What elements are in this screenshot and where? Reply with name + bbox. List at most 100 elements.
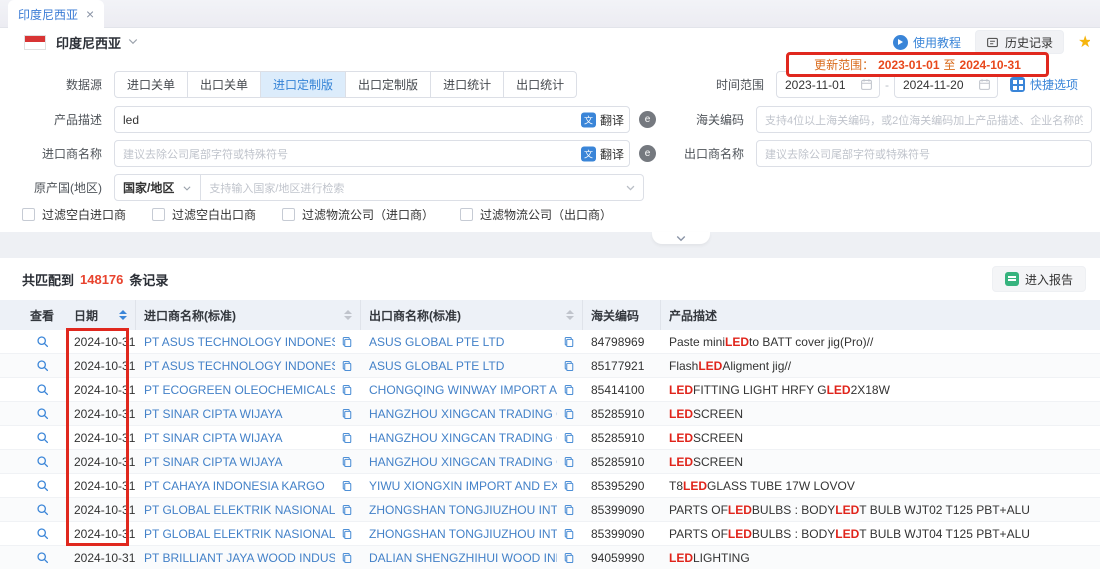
exporter-link[interactable]: HANGZHOU XINGCAN TRADING CO LTD xyxy=(369,407,557,421)
magnifier-icon[interactable] xyxy=(36,383,49,396)
tutorial-link[interactable]: 使用教程 xyxy=(893,34,961,51)
importer-link[interactable]: PT SINAR CIPTA WIJAYA xyxy=(144,455,335,469)
column-header-date[interactable]: 日期 xyxy=(66,300,136,330)
history-button[interactable]: 历史记录 xyxy=(975,30,1064,54)
column-header-importer[interactable]: 进口商名称(标准) xyxy=(136,300,361,330)
view-record-button[interactable] xyxy=(18,402,66,426)
product-desc-input[interactable] xyxy=(114,106,630,133)
importer-link[interactable]: PT SINAR CIPTA WIJAYA xyxy=(144,431,335,445)
origin-country-select[interactable]: 国家/地区 xyxy=(114,174,201,201)
datasource-tab-出口关单[interactable]: 出口关单 xyxy=(188,71,261,98)
copy-icon[interactable] xyxy=(563,384,575,396)
checkbox-icon[interactable] xyxy=(152,208,165,221)
translate-button[interactable]: 文 翻译 xyxy=(577,145,624,162)
magnifier-icon[interactable] xyxy=(36,503,49,516)
importer-link[interactable]: PT GLOBAL ELEKTRIK NASIONAL xyxy=(144,503,335,517)
view-record-button[interactable] xyxy=(18,330,66,354)
column-header-exporter[interactable]: 出口商名称(标准) xyxy=(361,300,583,330)
filter-checkbox[interactable]: 过滤空白进口商 xyxy=(22,206,126,223)
exporter-input[interactable] xyxy=(756,140,1092,167)
datasource-tab-进口统计[interactable]: 进口统计 xyxy=(431,71,504,98)
importer-link[interactable]: PT BRILLIANT JAYA WOOD INDUSTRY xyxy=(144,551,335,565)
copy-icon[interactable] xyxy=(341,384,353,396)
magnifier-icon[interactable] xyxy=(36,551,49,564)
view-record-button[interactable] xyxy=(18,522,66,546)
exporter-link[interactable]: YIWU XIONGXIN IMPORT AND EXPORT... xyxy=(369,479,557,493)
magnifier-icon[interactable] xyxy=(36,455,49,468)
copy-icon[interactable] xyxy=(563,480,575,492)
copy-icon[interactable] xyxy=(341,432,353,444)
copy-icon[interactable] xyxy=(563,528,575,540)
view-record-button[interactable] xyxy=(18,498,66,522)
copy-icon[interactable] xyxy=(563,504,575,516)
copy-icon[interactable] xyxy=(563,552,575,564)
hs-code-input[interactable] xyxy=(756,106,1092,133)
enter-report-button[interactable]: 进入报告 xyxy=(992,266,1086,292)
copy-icon[interactable] xyxy=(341,504,353,516)
filter-checkbox[interactable]: 过滤物流公司（出口商） xyxy=(460,206,612,223)
copy-icon[interactable] xyxy=(563,408,575,420)
datasource-tab-进口定制版[interactable]: 进口定制版 xyxy=(261,71,346,98)
exporter-link[interactable]: ZHONGSHAN TONGJIUZHOU INTERNA... xyxy=(369,527,557,541)
magnifier-icon[interactable] xyxy=(36,527,49,540)
magnifier-icon[interactable] xyxy=(36,479,49,492)
importer-link[interactable]: PT CAHAYA INDONESIA KARGO xyxy=(144,479,335,493)
exact-match-icon[interactable]: e xyxy=(639,111,656,128)
quick-options-link[interactable]: 快捷选项 xyxy=(1010,76,1078,93)
importer-link[interactable]: PT ECOGREEN OLEOCHEMICALS xyxy=(144,383,335,397)
close-icon[interactable]: × xyxy=(86,7,94,21)
exporter-link[interactable]: CHONGQING WINWAY IMPORT AND E... xyxy=(369,383,557,397)
copy-icon[interactable] xyxy=(563,336,575,348)
copy-icon[interactable] xyxy=(341,456,353,468)
view-record-button[interactable] xyxy=(18,546,66,569)
exact-match-icon[interactable]: e xyxy=(639,145,656,162)
importer-link[interactable]: PT ASUS TECHNOLOGY INDONESIA BA... xyxy=(144,359,335,373)
exporter-link[interactable]: HANGZHOU XINGCAN TRADING CO LTD xyxy=(369,455,557,469)
magnifier-icon[interactable] xyxy=(36,407,49,420)
exporter-link[interactable]: ASUS GLOBAL PTE LTD xyxy=(369,359,557,373)
tab-indonesia[interactable]: 印度尼西亚 × xyxy=(8,0,104,28)
datasource-tab-出口统计[interactable]: 出口统计 xyxy=(504,71,577,98)
exporter-link[interactable]: ASUS GLOBAL PTE LTD xyxy=(369,335,557,349)
collapse-panel-handle[interactable] xyxy=(652,232,710,244)
filter-checkbox[interactable]: 过滤物流公司（进口商） xyxy=(282,206,434,223)
translate-button[interactable]: 文 翻译 xyxy=(577,111,624,128)
magnifier-icon[interactable] xyxy=(36,359,49,372)
exporter-link[interactable]: HANGZHOU XINGCAN TRADING CO LTD xyxy=(369,431,557,445)
copy-icon[interactable] xyxy=(341,552,353,564)
view-record-button[interactable] xyxy=(18,474,66,498)
importer-input[interactable] xyxy=(114,140,630,167)
checkbox-icon[interactable] xyxy=(460,208,473,221)
datasource-tab-进口关单[interactable]: 进口关单 xyxy=(114,71,188,98)
magnifier-icon[interactable] xyxy=(36,431,49,444)
view-record-button[interactable] xyxy=(18,426,66,450)
exporter-link[interactable]: ZHONGSHAN TONGJIUZHOU INTERNA... xyxy=(369,503,557,517)
copy-icon[interactable] xyxy=(341,336,353,348)
copy-icon[interactable] xyxy=(341,408,353,420)
sort-icon[interactable] xyxy=(344,310,352,320)
view-record-button[interactable] xyxy=(18,378,66,402)
copy-icon[interactable] xyxy=(563,360,575,372)
checkbox-icon[interactable] xyxy=(282,208,295,221)
importer-link[interactable]: PT SINAR CIPTA WIJAYA xyxy=(144,407,335,421)
datasource-tab-出口定制版[interactable]: 出口定制版 xyxy=(346,71,431,98)
filter-checkbox[interactable]: 过滤空白出口商 xyxy=(152,206,256,223)
origin-search-input[interactable] xyxy=(201,174,644,201)
copy-icon[interactable] xyxy=(563,456,575,468)
chevron-down-icon[interactable] xyxy=(127,35,139,50)
table-header: 查看 日期 进口商名称(标准) 出口商名称(标准) 海关编码 产品描述 xyxy=(0,300,1100,330)
magnifier-icon[interactable] xyxy=(36,335,49,348)
copy-icon[interactable] xyxy=(341,360,353,372)
exporter-link[interactable]: DALIAN SHENGZHIHUI WOOD INDUST... xyxy=(369,551,557,565)
view-record-button[interactable] xyxy=(18,354,66,378)
importer-link[interactable]: PT ASUS TECHNOLOGY INDONESIA BA... xyxy=(144,335,335,349)
star-icon[interactable]: ★ xyxy=(1078,32,1090,52)
sort-icon[interactable] xyxy=(119,310,127,320)
copy-icon[interactable] xyxy=(563,432,575,444)
checkbox-icon[interactable] xyxy=(22,208,35,221)
importer-link[interactable]: PT GLOBAL ELEKTRIK NASIONAL xyxy=(144,527,335,541)
view-record-button[interactable] xyxy=(18,450,66,474)
sort-icon[interactable] xyxy=(566,310,574,320)
copy-icon[interactable] xyxy=(341,528,353,540)
copy-icon[interactable] xyxy=(341,480,353,492)
